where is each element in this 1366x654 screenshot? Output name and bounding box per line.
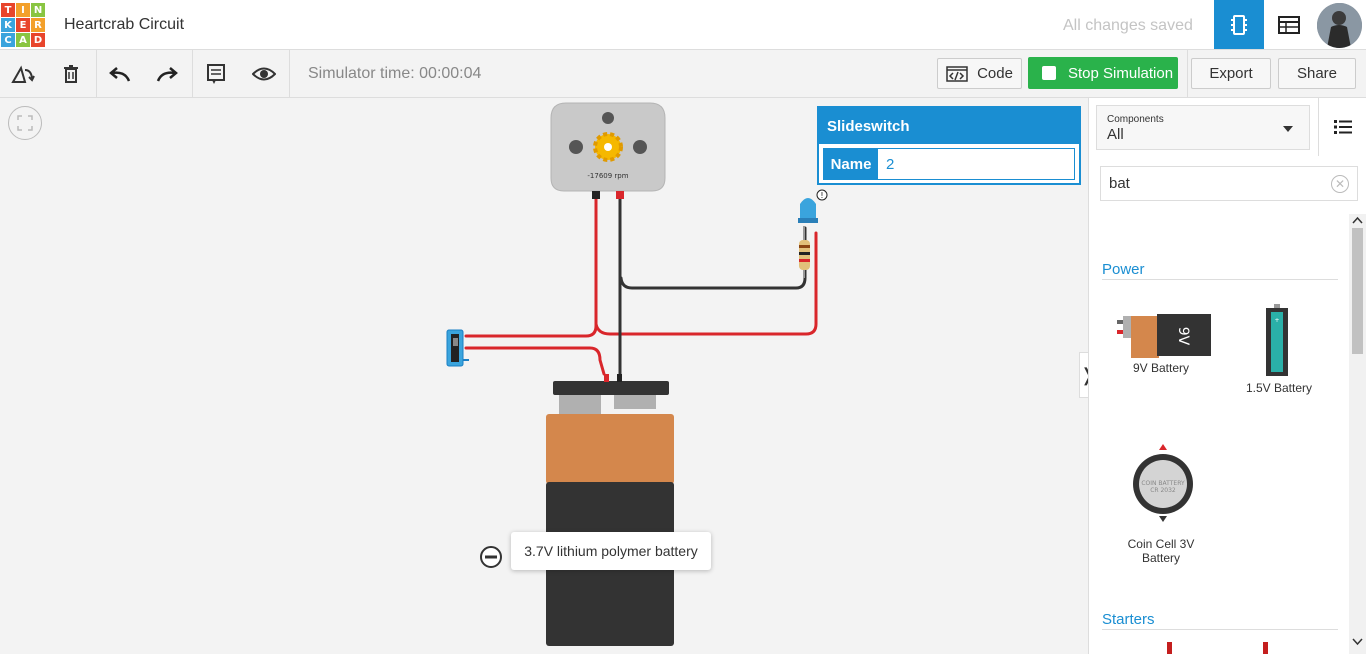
undo-button[interactable] [97,50,143,97]
stop-simulation-button[interactable]: Stop Simulation [1028,57,1178,89]
9v-battery-thumbnail: 9V [1117,314,1211,358]
save-status: All changes saved [1063,17,1193,34]
clear-search-icon[interactable]: ✕ [1331,175,1349,193]
components-dropdown[interactable]: Components All [1096,105,1310,150]
component-1-5v-battery[interactable]: + 1.5V Battery [1229,298,1329,395]
svg-text:9V: 9V [1175,327,1191,346]
wire-red-motor-switch [464,196,598,338]
notes-icon [207,63,225,84]
user-avatar[interactable] [1317,3,1362,48]
circuit-view-button[interactable] [1214,0,1264,49]
svg-text:+: + [1274,317,1279,324]
wires [464,196,818,376]
rotate-icon [11,64,35,83]
caret-down-icon [1283,126,1293,132]
property-inspector: Slideswitch Name 2 [817,106,1081,185]
name-input[interactable]: 2 [878,149,1074,179]
redo-button[interactable] [144,50,190,97]
list-view-button[interactable] [1318,98,1366,156]
svg-text:!: ! [820,191,823,200]
tinkercad-logo[interactable]: T I N K E R C A D [1,3,45,47]
svg-text:COIN BATTERY: COIN BATTERY [1141,480,1185,487]
top-bar: T I N K E R C A D Heartcrab Circuit All … [0,0,1366,50]
led-blue[interactable]: ! [798,189,828,223]
code-icon [946,65,968,82]
undo-icon [109,66,131,82]
starters-thumbnails-partial [1167,642,1268,654]
scrollbar-thumb[interactable] [1352,228,1363,354]
name-label: Name [824,149,878,179]
share-button[interactable]: Share [1278,58,1356,89]
project-title[interactable]: Heartcrab Circuit [64,16,184,34]
simulator-time: Simulator time: 00:00:04 [308,65,482,82]
component-9v-battery[interactable]: 9V 9V Battery [1109,298,1213,375]
wire-red-resistor [594,231,818,336]
breadboard-icon [1231,14,1247,35]
rotate-button[interactable] [0,50,46,97]
eye-icon [252,67,276,80]
stop-icon [1042,66,1056,80]
export-button[interactable]: Export [1191,58,1271,89]
1-5v-battery-thumbnail: + [1266,304,1288,376]
coin-cell-thumbnail: COIN BATTERY CR 2032 [1133,444,1193,522]
resistor[interactable] [799,226,810,278]
battery-9v[interactable]: 9V [480,374,674,646]
editor-toolbar: Simulator time: 00:00:04 Code Stop Simul… [0,50,1366,98]
inspector-title: Slideswitch [819,108,1079,144]
motor-rpm-label: -17609 rpm [587,172,628,180]
notes-button[interactable] [193,50,239,97]
trash-icon [64,64,78,83]
section-starters: Starters [1102,611,1155,628]
component-coin-cell-battery[interactable]: COIN BATTERY CR 2032 Coin Cell 3V Batter… [1109,440,1213,565]
svg-text:CR 2032: CR 2032 [1150,487,1176,494]
component-list-view-button[interactable] [1264,0,1314,49]
list-icon [1334,120,1352,134]
dc-motor[interactable]: -17609 rpm [550,102,666,199]
table-icon [1278,15,1300,34]
components-panel: Components All bat ✕ Power 9V 9V Battery… [1088,98,1366,654]
code-button[interactable]: Code [937,58,1022,89]
toggle-notes-visibility-button[interactable] [241,50,287,97]
component-search-input[interactable]: bat ✕ [1100,166,1358,201]
component-tooltip: 3.7V lithium polymer battery [511,532,711,570]
section-power: Power [1102,261,1145,278]
redo-icon [156,66,178,82]
avatar-image [1317,3,1362,48]
inspector-name-row: Name 2 [823,148,1075,180]
wire-red-switch-battery [464,346,606,376]
scroll-down-icon[interactable] [1352,638,1363,646]
panel-scrollbar[interactable] [1349,214,1366,654]
scroll-up-icon[interactable] [1352,216,1363,224]
wire-black-motor-led [619,226,807,290]
delete-button[interactable] [48,50,94,97]
